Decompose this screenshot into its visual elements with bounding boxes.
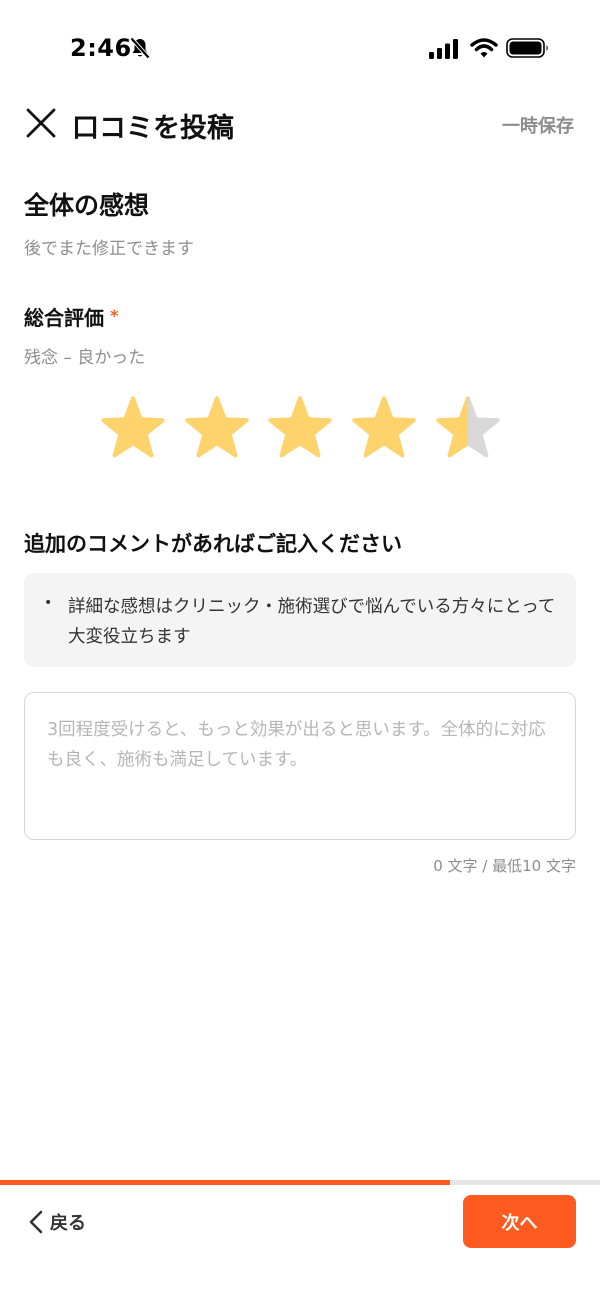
chevron-left-icon: [29, 1210, 43, 1234]
star-5-icon[interactable]: [435, 395, 501, 461]
next-button[interactable]: 次へ: [463, 1195, 576, 1248]
character-count: 0 文字 / 最低10 文字: [433, 857, 576, 875]
close-icon[interactable]: [24, 106, 58, 140]
status-time: 2:46: [70, 34, 132, 62]
star-rating[interactable]: [100, 395, 500, 461]
tip-box: • 詳細な感想はクリニック・施術選びで悩んでいる方々にとって大変役立ちます: [24, 573, 576, 667]
tip-text: 詳細な感想はクリニック・施術選びで悩んでいる方々にとって大変役立ちます: [68, 597, 556, 647]
rating-scale-text: 残念 – 良かった: [24, 348, 146, 368]
overall-impression-title: 全体の感想: [24, 191, 150, 220]
required-asterisk: *: [110, 306, 119, 325]
back-label: 戻る: [50, 1213, 86, 1234]
star-1-icon[interactable]: [100, 395, 166, 461]
cellular-signal-icon: [429, 39, 458, 59]
progress-bar-fill: [0, 1180, 450, 1185]
battery-icon: [506, 38, 548, 58]
progress-bar: [0, 1180, 600, 1185]
overall-rating-label: 総合評価 *: [24, 302, 118, 331]
back-button[interactable]: 戻る: [26, 1205, 86, 1239]
overall-impression-subtitle: 後でまた修正できます: [24, 239, 194, 259]
additional-comment-label: 追加のコメントがあればご記入ください: [24, 532, 402, 556]
overall-rating-label-text: 総合評価: [24, 306, 104, 330]
bell-slash-icon: [130, 37, 150, 59]
comment-textarea[interactable]: [24, 692, 576, 840]
save-draft-button[interactable]: 一時保存: [502, 112, 574, 138]
page-title: 口コミを投稿: [72, 113, 234, 144]
status-bar: 2:46: [0, 0, 600, 100]
header: 口コミを投稿 一時保存: [0, 100, 600, 150]
star-4-icon[interactable]: [351, 395, 417, 461]
wifi-icon: [470, 38, 498, 58]
star-3-icon[interactable]: [267, 395, 333, 461]
star-2-icon[interactable]: [184, 395, 250, 461]
tip-bullet: •: [44, 595, 53, 611]
